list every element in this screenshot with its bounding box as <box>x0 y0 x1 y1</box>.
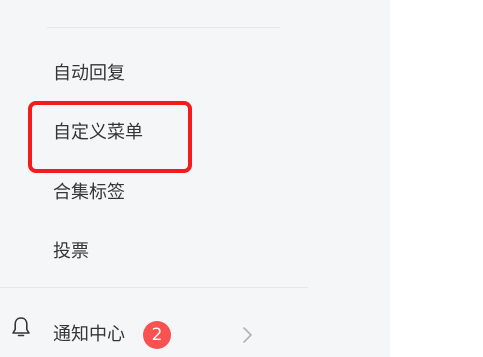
sidebar-item-label: 投票 <box>53 241 89 262</box>
divider <box>47 27 280 28</box>
sidebar-item-notification-center[interactable]: 通知中心 2 <box>0 298 308 356</box>
sidebar-item-label: 自定义菜单 <box>53 122 143 143</box>
sidebar-item-collection-tags[interactable]: 合集标签 <box>53 181 125 205</box>
notification-count-badge: 2 <box>143 321 171 349</box>
sidebar-item-vote[interactable]: 投票 <box>53 240 89 264</box>
sidebar-item-label: 自动回复 <box>53 63 125 84</box>
sidebar-item-custom-menu[interactable]: 自定义菜单 <box>53 121 143 145</box>
sidebar-item-auto-reply[interactable]: 自动回复 <box>53 62 125 86</box>
chevron-right-icon <box>243 327 252 343</box>
divider <box>0 287 308 288</box>
bell-icon <box>12 317 30 337</box>
sidebar-item-label: 合集标签 <box>53 182 125 203</box>
notification-center-label: 通知中心 <box>53 324 125 345</box>
sidebar: 自动回复 自定义菜单 合集标签 投票 通知中心 2 <box>0 0 390 357</box>
